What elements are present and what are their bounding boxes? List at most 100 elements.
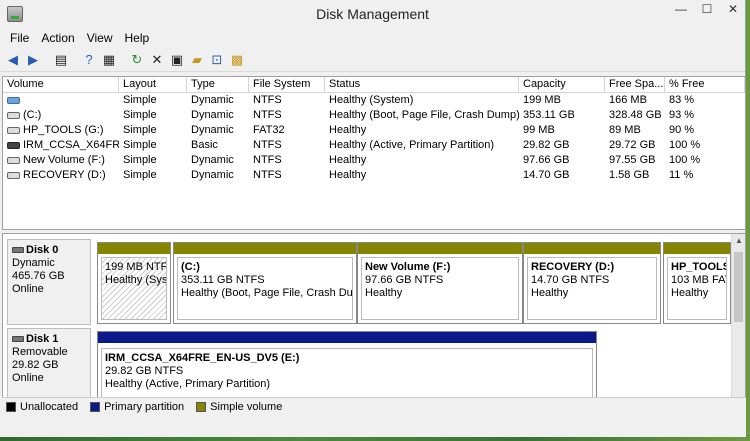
volume-pct-free: 83 % <box>669 94 695 106</box>
volume-pct-free: 11 % <box>669 169 694 181</box>
volume-layout: Simple <box>123 139 157 151</box>
col-capacity[interactable]: Capacity <box>519 77 605 92</box>
volume-capacity: 353.11 GB <box>523 109 575 121</box>
menu-bar: File Action View Help <box>0 28 745 48</box>
legend-label: Simple volume <box>210 400 283 413</box>
partition-status: Healthy <box>531 287 569 299</box>
vertical-scrollbar[interactable]: ▲ ▼ <box>731 234 745 414</box>
partition-g[interactable]: HP_TOOLS 103 MB FAT Healthy <box>663 242 731 324</box>
legend-label: Unallocated <box>20 400 79 413</box>
col-volume[interactable]: Volume <box>3 77 119 92</box>
volume-list: Volume Layout Type File System Status Ca… <box>2 76 746 230</box>
drive-icon <box>7 126 20 134</box>
volume-capacity: 14.70 GB <box>523 169 570 181</box>
volume-row[interactable]: New Volume (F:) Simple Dynamic NTFS Heal… <box>3 153 745 168</box>
volume-capacity: 99 MB <box>523 124 555 136</box>
volume-pct-free: 90 % <box>669 124 695 136</box>
partition-type-bar <box>98 332 596 343</box>
volume-row[interactable]: (C:) Simple Dynamic NTFS Healthy (Boot, … <box>3 108 745 123</box>
partition-name: HP_TOOLS <box>671 261 727 273</box>
volume-row[interactable]: HP_TOOLS (G:) Simple Dynamic FAT32 Healt… <box>3 123 745 138</box>
volume-row[interactable]: IRM_CCSA_X64FR... Simple Basic NTFS Heal… <box>3 138 745 153</box>
disk-info[interactable]: Disk 0 Dynamic 465.76 GB Online <box>7 239 91 325</box>
volume-status: Healthy <box>329 169 367 181</box>
menu-action[interactable]: Action <box>35 31 80 45</box>
volume-layout: Simple <box>123 94 157 106</box>
partition-c[interactable]: (C:) 353.11 GB NTFS Healthy (Boot, Page … <box>173 242 357 324</box>
disk-type: Removable <box>12 346 68 358</box>
menu-help[interactable]: Help <box>119 31 156 45</box>
maximize-button[interactable]: ☐ <box>694 0 720 20</box>
volume-fs: NTFS <box>253 94 282 106</box>
toolbar: ◀ ▶ ▤ ? ▦ ↻ ✕ ▣ ▰ ⊡ ▩ <box>0 48 745 72</box>
partition-size: 97.66 GB NTFS <box>365 274 444 286</box>
scroll-thumb[interactable] <box>734 252 743 322</box>
close-button[interactable]: ✕ <box>720 0 746 20</box>
volume-row[interactable]: Simple Dynamic NTFS Healthy (System) 199… <box>3 93 745 108</box>
legend-item: Unallocated <box>6 401 78 413</box>
help-topics-icon[interactable]: ▩ <box>228 51 246 69</box>
partition-size: 29.82 GB NTFS <box>105 365 184 377</box>
partition-system[interactable]: 199 MB NTFS Healthy (Syst <box>97 242 171 324</box>
partition-type-bar <box>358 243 522 254</box>
volume-capacity: 29.82 GB <box>523 139 570 151</box>
col-free-space[interactable]: Free Spa... <box>605 77 665 92</box>
partition-size: 14.70 GB NTFS <box>531 274 610 286</box>
volume-row[interactable]: RECOVERY (D:) Simple Dynamic NTFS Health… <box>3 168 745 183</box>
partition-type-bar <box>98 243 170 254</box>
properties-sheet-icon[interactable]: ▣ <box>168 51 186 69</box>
partition-size: 199 MB NTFS <box>105 261 167 273</box>
explore-icon[interactable]: ⊡ <box>208 51 226 69</box>
partition-name: RECOVERY (D:) <box>531 261 615 273</box>
system-volume-icon <box>7 96 20 104</box>
delete-icon[interactable]: ✕ <box>148 51 166 69</box>
volume-free: 29.72 GB <box>609 139 656 151</box>
disk-size: 465.76 GB <box>12 270 65 282</box>
toolbar-separator <box>72 51 78 69</box>
col-file-system[interactable]: File System <box>249 77 325 92</box>
refresh-icon[interactable]: ↻ <box>128 51 146 69</box>
disk-icon <box>12 336 24 343</box>
drive-icon <box>7 171 20 179</box>
drive-icon <box>7 156 20 164</box>
volume-name: (C:) <box>23 109 42 121</box>
partition-f[interactable]: New Volume (F:) 97.66 GB NTFS Healthy <box>357 242 523 324</box>
legend-swatch-primary <box>90 401 101 412</box>
menu-file[interactable]: File <box>4 31 35 45</box>
partition-name: (C:) <box>181 261 200 273</box>
volume-free: 89 MB <box>609 124 641 136</box>
col-status[interactable]: Status <box>325 77 519 92</box>
legend: Unallocated Primary partition Simple vol… <box>2 397 746 415</box>
scroll-up-icon[interactable]: ▲ <box>732 234 745 248</box>
window-title: Disk Management <box>316 6 429 22</box>
volume-type: Dynamic <box>191 154 234 166</box>
minimize-button[interactable]: — <box>668 0 694 20</box>
volume-type: Dynamic <box>191 169 234 181</box>
partition-status: Healthy (Boot, Page File, Crash Dum <box>181 287 353 299</box>
partition-size: 103 MB FAT <box>671 274 727 286</box>
partition-type-bar <box>524 243 660 254</box>
col-layout[interactable]: Layout <box>119 77 187 92</box>
volume-status: Healthy (Boot, Page File, Crash Dump) <box>329 109 519 121</box>
volume-status: Healthy <box>329 154 367 166</box>
open-folder-icon[interactable]: ▰ <box>188 51 206 69</box>
partition-status: Healthy (Active, Primary Partition) <box>105 378 271 390</box>
status-bar <box>0 415 746 437</box>
forward-arrow-icon[interactable]: ▶ <box>24 51 42 69</box>
properties-icon[interactable]: ▦ <box>100 51 118 69</box>
volume-free: 1.58 GB <box>609 169 650 181</box>
volume-free: 166 MB <box>609 94 647 106</box>
col-type[interactable]: Type <box>187 77 249 92</box>
volume-layout: Simple <box>123 169 157 181</box>
partition-status: Healthy <box>365 287 403 299</box>
volume-fs: NTFS <box>253 139 282 151</box>
help-icon[interactable]: ? <box>80 51 98 69</box>
menu-view[interactable]: View <box>81 31 119 45</box>
partition-d[interactable]: RECOVERY (D:) 14.70 GB NTFS Healthy <box>523 242 661 324</box>
back-arrow-icon[interactable]: ◀ <box>4 51 22 69</box>
col-percent-free[interactable]: % Free <box>665 77 745 92</box>
title-bar[interactable]: Disk Management — ☐ ✕ <box>0 0 745 28</box>
legend-label: Primary partition <box>104 400 185 413</box>
volume-free: 97.55 GB <box>609 154 656 166</box>
show-hide-console-tree-icon[interactable]: ▤ <box>52 51 70 69</box>
